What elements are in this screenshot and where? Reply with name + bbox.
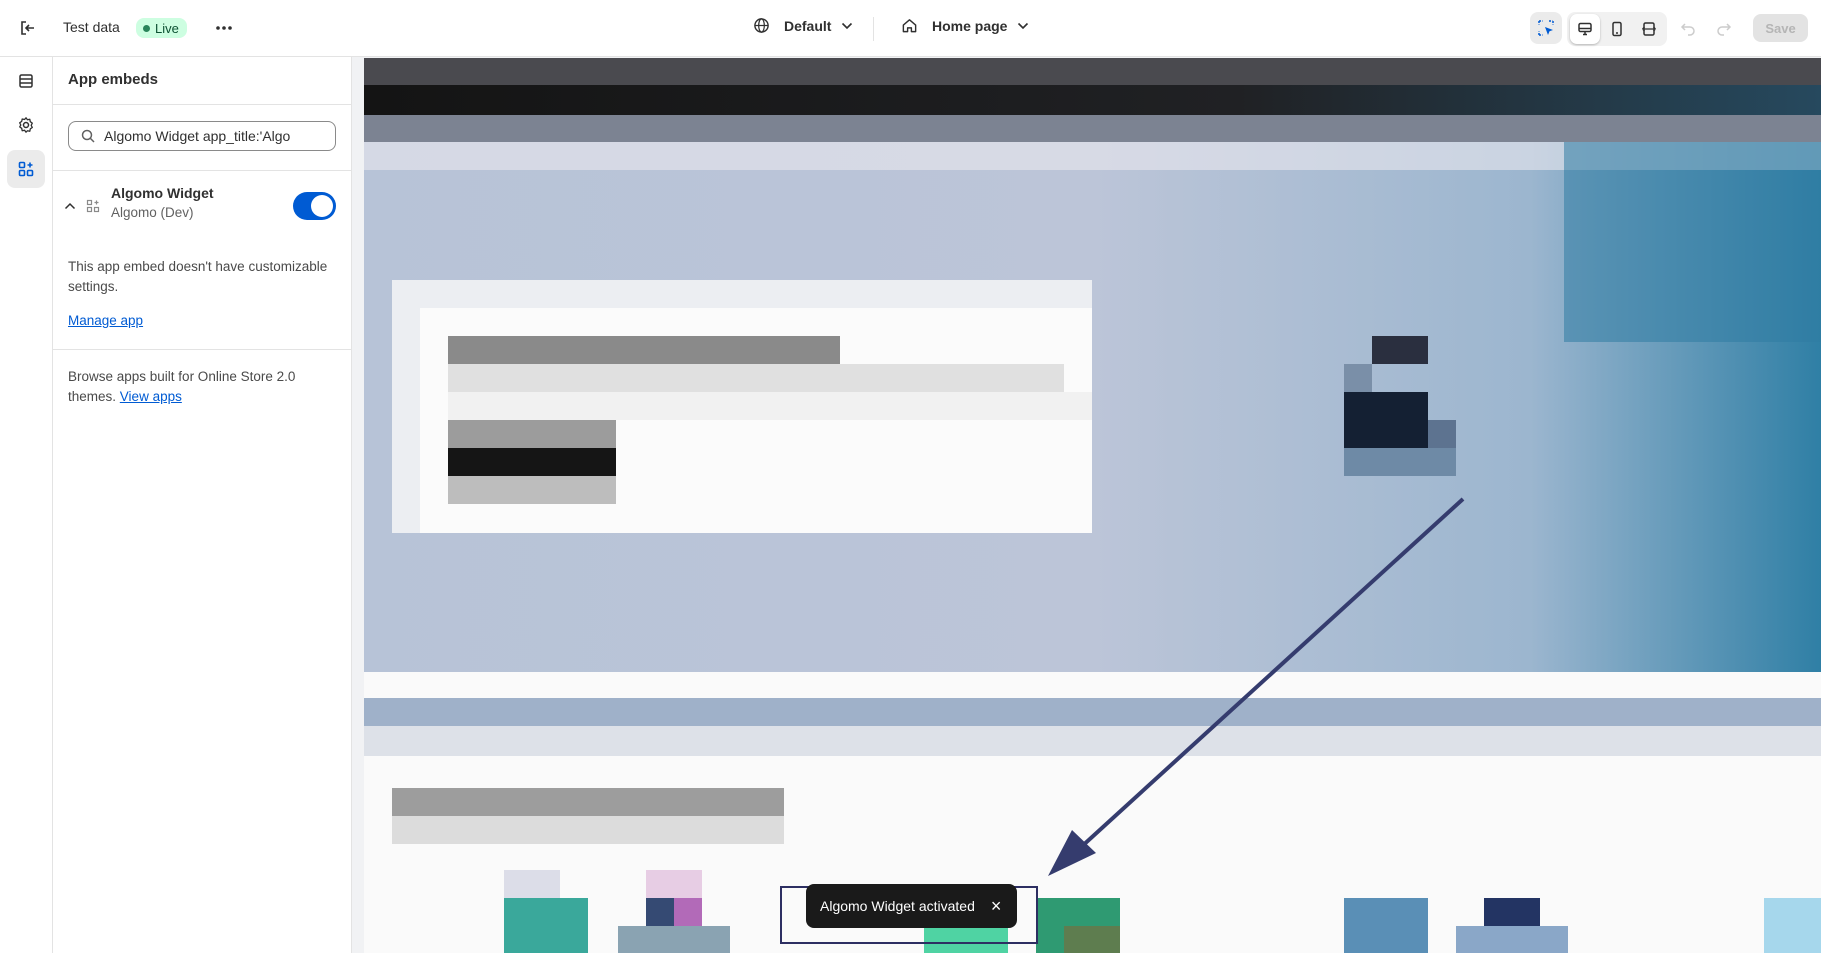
search-icon (81, 129, 95, 143)
app-embeds-panel: App embeds Algomo Widget Algomo (Dev) Th… (53, 57, 352, 953)
page-selector[interactable]: Home page (901, 17, 1029, 34)
status-badge: Live (136, 18, 187, 38)
more-actions-icon[interactable] (212, 16, 236, 40)
chevron-down-icon (1017, 22, 1029, 30)
store-preview-pixelated (364, 58, 1821, 953)
app-block-icon (85, 198, 101, 214)
toast-notification: Algomo Widget activated × (806, 884, 1018, 928)
embed-toggle[interactable] (293, 192, 336, 220)
theme-settings-icon[interactable] (7, 106, 45, 144)
page-label: Home page (932, 17, 1008, 34)
theme-label: Default (784, 17, 832, 34)
divider (873, 17, 874, 41)
full-width-view-icon[interactable] (1634, 14, 1664, 44)
divider (53, 170, 351, 171)
manage-app-link[interactable]: Manage app (68, 313, 143, 328)
editor-rail (0, 57, 53, 953)
browse-apps-text: Browse apps built for Online Store 2.0 t… (68, 367, 338, 407)
live-dot-icon (143, 24, 150, 32)
top-bar: Test data Live Default Home page Save (0, 0, 1821, 57)
manage-app-wrap: Manage app (68, 311, 143, 331)
panel-title: App embeds (68, 71, 159, 88)
sections-icon[interactable] (7, 62, 45, 100)
embed-provider: Algomo (Dev) (111, 205, 194, 220)
theme-selector[interactable]: Default (753, 17, 853, 34)
exit-icon[interactable] (16, 16, 40, 40)
no-settings-text: This app embed doesn't have customizable… (68, 259, 328, 294)
close-icon[interactable]: × (991, 897, 1002, 915)
chevron-up-icon[interactable] (63, 199, 77, 213)
embed-name: Algomo Widget (111, 185, 214, 201)
store-name: Test data (63, 19, 120, 35)
search-field[interactable] (68, 121, 336, 151)
status-badge-label: Live (155, 20, 179, 36)
undo-icon[interactable] (1676, 16, 1700, 40)
globe-icon (753, 17, 770, 34)
save-button[interactable]: Save (1753, 14, 1808, 42)
redo-icon[interactable] (1712, 16, 1736, 40)
pixelated-preview-image (364, 58, 1821, 953)
toast-message: Algomo Widget activated (820, 898, 975, 914)
divider (53, 104, 351, 105)
home-icon (901, 17, 918, 34)
divider (53, 349, 351, 350)
search-input[interactable] (104, 128, 324, 144)
desktop-view-icon[interactable] (1570, 14, 1600, 44)
mobile-view-icon[interactable] (1602, 14, 1632, 44)
toggle-knob (311, 195, 333, 217)
app-embed-item: Algomo Widget Algomo (Dev) (53, 185, 351, 237)
viewport-switcher (1567, 12, 1667, 46)
chevron-down-icon (841, 22, 853, 30)
view-apps-link[interactable]: View apps (120, 389, 182, 404)
inspector-toggle-icon[interactable] (1530, 12, 1562, 44)
app-embeds-icon[interactable] (7, 150, 45, 188)
